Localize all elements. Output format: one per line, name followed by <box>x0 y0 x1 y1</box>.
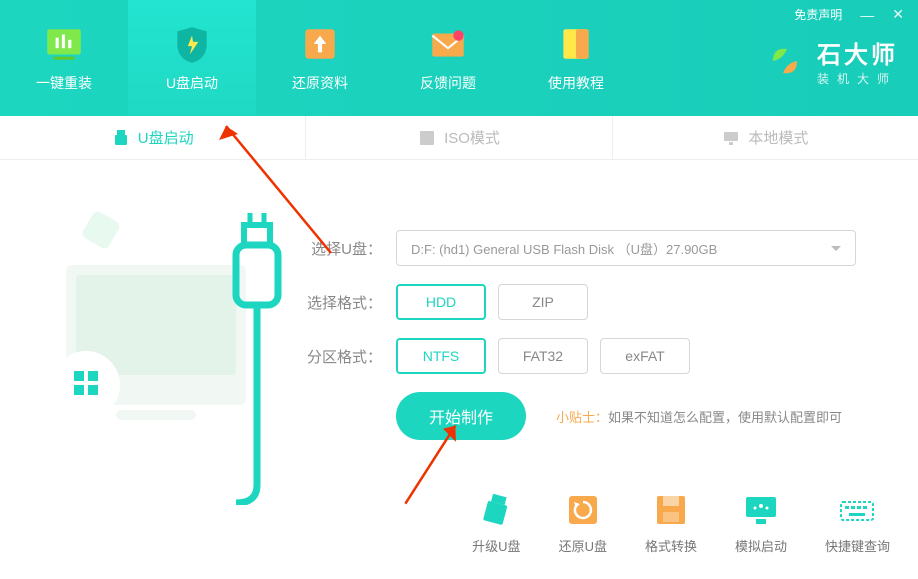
fmt-zip[interactable]: ZIP <box>498 284 588 320</box>
tool-label: 升级U盘 <box>472 536 520 555</box>
nav-label: 使用教程 <box>548 73 604 93</box>
format-label: 选择格式： <box>0 292 396 313</box>
tool-label: 快捷键查询 <box>825 536 890 555</box>
subtab-usb[interactable]: U盘启动 <box>0 116 305 159</box>
keyboard-icon <box>839 492 875 528</box>
bottom-tools: 升级U盘 还原U盘 格式转换 模拟启动 快捷键查询 <box>472 492 890 555</box>
window-controls: 免责声明 — ✕ <box>794 6 904 23</box>
nav-feedback[interactable]: 反馈问题 <box>384 0 512 116</box>
tool-hotkeys[interactable]: 快捷键查询 <box>825 492 890 555</box>
nav-label: 还原资料 <box>292 73 348 93</box>
nav-restore[interactable]: 还原资料 <box>256 0 384 116</box>
udisk-label: 选择U盘： <box>0 238 396 259</box>
subtab-iso[interactable]: ISO模式 <box>305 116 611 159</box>
part-ntfs[interactable]: NTFS <box>396 338 486 374</box>
restore-icon <box>565 492 601 528</box>
subtab-label: ISO模式 <box>444 127 500 148</box>
close-button[interactable]: ✕ <box>892 6 904 23</box>
tip-text: 如果不知道怎么配置，使用默认配置即可 <box>608 410 842 425</box>
tip: 小贴士：如果不知道怎么配置，使用默认配置即可 <box>556 407 842 426</box>
content: 选择U盘： D:F: (hd1) General USB Flash Disk … <box>0 160 918 440</box>
nav-usb-boot[interactable]: U盘启动 <box>128 0 256 116</box>
tool-label: 模拟启动 <box>735 536 787 555</box>
tip-prefix: 小贴士： <box>556 410 608 425</box>
chart-icon <box>43 23 85 65</box>
monitor-icon <box>722 129 740 147</box>
nav-label: 反馈问题 <box>420 73 476 93</box>
subtab-label: U盘启动 <box>138 127 194 148</box>
tool-label: 格式转换 <box>645 536 697 555</box>
upload-icon <box>299 23 341 65</box>
tool-restore-usb[interactable]: 还原U盘 <box>559 492 607 555</box>
header: 一键重装 U盘启动 还原资料 反馈问题 使用教程 石大师 装机大师 免责声明 — <box>0 0 918 116</box>
monitor-play-icon <box>743 492 779 528</box>
disclaimer-link[interactable]: 免责声明 <box>794 6 842 23</box>
tool-format-convert[interactable]: 格式转换 <box>645 492 697 555</box>
brand-title: 石大师 <box>817 35 898 70</box>
brand: 石大师 装机大师 <box>763 35 898 87</box>
mail-icon <box>427 23 469 65</box>
part-fat32[interactable]: FAT32 <box>498 338 588 374</box>
fmt-hdd[interactable]: HDD <box>396 284 486 320</box>
part-exfat[interactable]: exFAT <box>600 338 690 374</box>
nav-reinstall[interactable]: 一键重装 <box>0 0 128 116</box>
iso-icon <box>418 129 436 147</box>
nav-tutorial[interactable]: 使用教程 <box>512 0 640 116</box>
tool-simulate[interactable]: 模拟启动 <box>735 492 787 555</box>
minimize-button[interactable]: — <box>860 7 874 23</box>
usb-shield-icon <box>171 23 213 65</box>
udisk-select[interactable]: D:F: (hd1) General USB Flash Disk （U盘）27… <box>396 230 856 266</box>
udisk-value: D:F: (hd1) General USB Flash Disk （U盘）27… <box>411 239 717 258</box>
nav-label: 一键重装 <box>36 73 92 93</box>
subtabs: U盘启动 ISO模式 本地模式 <box>0 116 918 160</box>
nav-label: U盘启动 <box>166 73 218 93</box>
partition-label: 分区格式： <box>0 346 396 367</box>
start-create-button[interactable]: 开始制作 <box>396 392 526 440</box>
brand-subtitle: 装机大师 <box>817 70 898 87</box>
tool-upgrade-usb[interactable]: 升级U盘 <box>472 492 520 555</box>
brand-logo-icon <box>763 39 807 83</box>
save-icon <box>653 492 689 528</box>
usb-icon <box>112 129 130 147</box>
tool-label: 还原U盘 <box>559 536 607 555</box>
usb-up-icon <box>478 492 514 528</box>
subtab-local[interactable]: 本地模式 <box>612 116 918 159</box>
subtab-label: 本地模式 <box>748 127 808 148</box>
book-icon <box>555 23 597 65</box>
